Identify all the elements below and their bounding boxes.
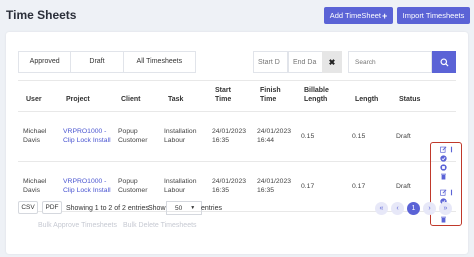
pager-first-button[interactable]: « (375, 202, 388, 215)
page-title: Time Sheets (6, 8, 77, 22)
export-pdf-button[interactable]: PDF (42, 201, 62, 214)
pager-page-1[interactable]: 1 (407, 202, 420, 215)
end-date-input[interactable] (288, 51, 323, 73)
pager-next-button[interactable]: › (423, 202, 436, 215)
clear-dates-button[interactable]: ✖ (322, 51, 342, 73)
timesheets-card: Approved Draft All Timesheets ✖ User Pro… (6, 32, 468, 254)
add-timesheet-label: Add TimeSheet (329, 11, 381, 20)
search-input[interactable] (348, 51, 432, 73)
column-header-length[interactable]: Length (355, 95, 378, 104)
cell-project-link[interactable]: VRPRO1000 - Clip Lock Install (63, 127, 115, 145)
add-timesheet-button[interactable]: Add TimeSheet + (324, 7, 393, 24)
cell-client: Popup Customer (118, 178, 148, 194)
cell-finish-time: 24/01/2023 16:44 (257, 128, 292, 144)
import-timesheets-label: Import Timesheets (402, 11, 465, 20)
search-button[interactable] (432, 51, 456, 73)
page-size-value: 50 (175, 204, 183, 212)
pager-last-button[interactable]: » (439, 202, 452, 215)
start-date-input[interactable] (253, 51, 288, 73)
column-header-finish-time[interactable]: Finish Time (260, 86, 288, 104)
cell-user: Michael Davis (23, 178, 47, 194)
cell-project-link[interactable]: VRPRO1000 - Clip Lock Install (63, 177, 115, 195)
pager-prev-button[interactable]: ‹ (391, 202, 404, 215)
column-header-user[interactable]: User (26, 95, 42, 104)
edit-icon[interactable] (440, 189, 447, 196)
table-info: Showing 1 to 2 of 2 entries (66, 205, 149, 212)
cell-start-time: 24/01/2023 16:35 (212, 128, 247, 144)
export-csv-button[interactable]: CSV (18, 201, 38, 214)
cell-length: 0.15 (352, 133, 366, 140)
delete-icon[interactable] (440, 216, 447, 223)
entries-label: entries (201, 205, 223, 212)
search-icon (439, 57, 449, 67)
bulk-approve-button[interactable]: Bulk Approve Timesheets (38, 222, 117, 229)
cell-user: Michael Davis (23, 128, 47, 144)
status-filter-tabs: Approved Draft All Timesheets (18, 51, 196, 73)
plus-icon: + (382, 10, 388, 21)
column-header-billable-length[interactable]: Billable Length (304, 86, 336, 104)
cell-start-time: 24/01/2023 16:35 (212, 178, 247, 194)
cell-billable-length: 0.17 (301, 183, 315, 190)
cell-finish-time: 24/01/2023 16:35 (257, 178, 292, 194)
column-header-start-time[interactable]: Start Time (215, 86, 243, 104)
delete-icon[interactable] (440, 173, 447, 180)
cell-billable-length: 0.15 (301, 133, 315, 140)
import-timesheets-button[interactable]: Import Timesheets (397, 7, 470, 24)
more-icon[interactable] (448, 146, 455, 153)
table-row: Michael Davis VRPRO1000 - Clip Lock Inst… (18, 112, 456, 162)
chevron-down-icon: ▼ (190, 205, 196, 211)
tab-draft[interactable]: Draft (71, 52, 124, 72)
column-header-status[interactable]: Status (399, 95, 420, 104)
edit-icon[interactable] (440, 146, 447, 153)
tab-approved[interactable]: Approved (19, 52, 72, 72)
column-header-client[interactable]: Client (121, 95, 140, 104)
column-header-project[interactable]: Project (66, 95, 90, 104)
more-icon[interactable] (448, 189, 455, 196)
cell-client: Popup Customer (118, 128, 148, 144)
page-size-select[interactable]: 50 ▼ (166, 201, 202, 215)
cell-length: 0.17 (352, 183, 366, 190)
cell-task: Installation Labour (164, 128, 197, 144)
column-header-task[interactable]: Task (168, 95, 183, 104)
table-header: User Project Client Task Start Time Fini… (18, 80, 456, 112)
cell-status: Draft (396, 133, 411, 140)
cell-status: Draft (396, 183, 411, 190)
copy-icon[interactable] (440, 164, 447, 171)
tab-all-timesheets[interactable]: All Timesheets (124, 52, 195, 72)
bulk-delete-button[interactable]: Bulk Delete Timesheets (123, 222, 197, 229)
approve-icon[interactable] (440, 155, 447, 162)
cell-task: Installation Labour (164, 178, 197, 194)
show-label: Show (148, 205, 166, 212)
